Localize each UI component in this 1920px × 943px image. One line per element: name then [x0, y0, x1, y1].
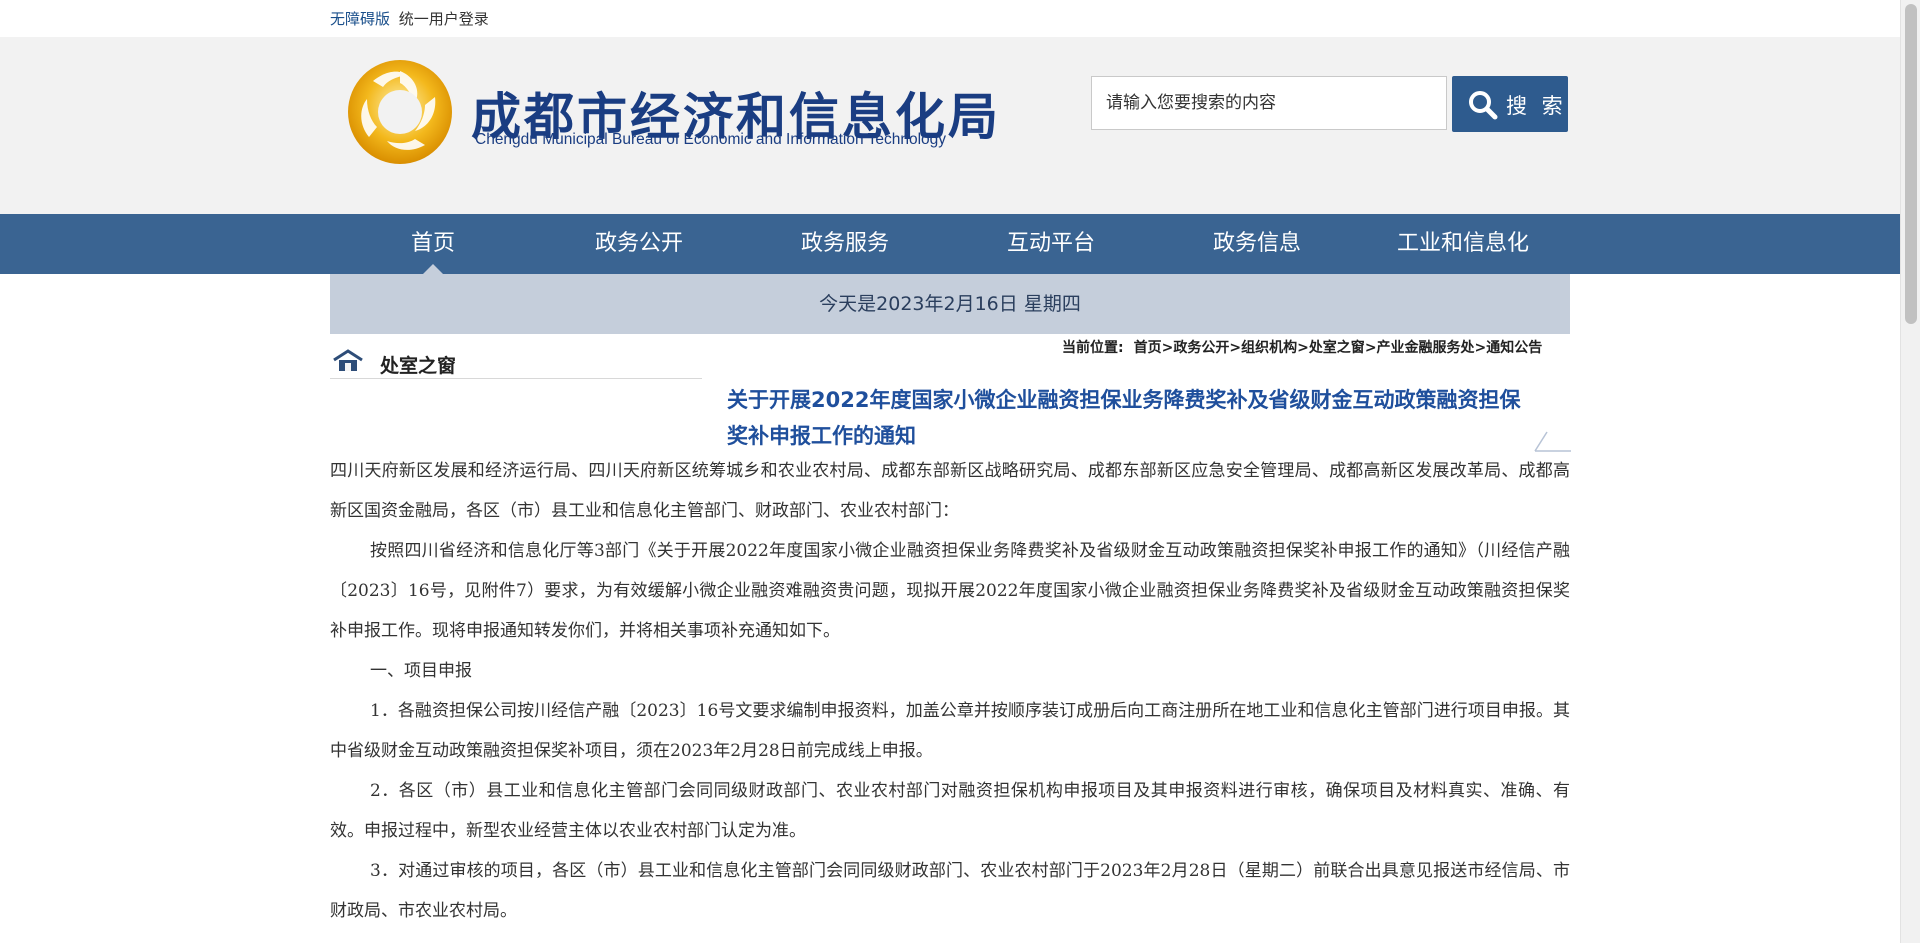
header: 成都市经济和信息化局 Chengdu Municipal Bureau of E… [0, 37, 1900, 214]
main-nav: 首页 政务公开 政务服务 互动平台 政务信息 工业和信息化 [0, 214, 1900, 274]
breadcrumb-notices[interactable]: 通知公告 [1486, 340, 1542, 356]
accessibility-link[interactable]: 无障碍版 [330, 10, 390, 28]
top-bar: 无障碍版 统一用户登录 [0, 0, 1900, 37]
home-icon [333, 349, 363, 371]
date-bar: 今天是2023年2月16日 星期四 [330, 274, 1570, 334]
nav-industry-it[interactable]: 工业和信息化 [1360, 214, 1566, 274]
nav-home[interactable]: 首页 [330, 214, 536, 274]
site-subtitle: Chengdu Municipal Bureau of Economic and… [475, 131, 947, 148]
search-button-label: 搜 索 [1506, 94, 1567, 118]
sun-logo-icon[interactable] [345, 57, 455, 167]
active-caret-icon [423, 264, 443, 274]
search-box [1091, 76, 1447, 130]
article-paragraph: 按照四川省经济和信息化厅等3部门《关于开展2022年度国家小微企业融资担保业务降… [330, 541, 1570, 641]
article-title: 关于开展2022年度国家小微企业融资担保业务降费奖补及省级财金互动政策融资担保奖… [727, 388, 1521, 448]
breadcrumb-organization[interactable]: 组织机构 [1241, 340, 1297, 356]
vertical-scrollbar[interactable] [1900, 0, 1920, 943]
breadcrumb-finance-dept[interactable]: 产业金融服务处 [1377, 340, 1475, 356]
sidebar-title: 处室之窗 [330, 346, 702, 379]
breadcrumb-label: 当前位置: [1062, 340, 1124, 356]
unified-login-link[interactable]: 统一用户登录 [399, 10, 489, 28]
scrollbar-thumb[interactable] [1905, 4, 1917, 324]
nav-government-info[interactable]: 政务信息 [1154, 214, 1360, 274]
article-paragraph: 1．各融资担保公司按川经信产融〔2023〕16号文要求编制申报资料，加盖公章并按… [330, 701, 1570, 761]
top-links: 无障碍版 统一用户登录 [330, 8, 489, 29]
article-body: 四川天府新区发展和经济运行局、四川天府新区统筹城乡和农业农村局、成都东部新区战略… [330, 451, 1570, 931]
nav-government-services[interactable]: 政务服务 [742, 214, 948, 274]
breadcrumb-home[interactable]: 首页 [1134, 340, 1162, 356]
nav-home-label: 首页 [410, 231, 455, 256]
article-paragraph: 2．各区（市）县工业和信息化主管部门会同同级财政部门、农业农村部门对融资担保机构… [330, 781, 1570, 841]
search-icon [1469, 91, 1498, 120]
breadcrumb-department-window[interactable]: 处室之窗 [1309, 340, 1365, 356]
search-input[interactable] [1104, 77, 1428, 129]
article-section-heading: 一、项目申报 [370, 661, 472, 681]
nav-interaction-platform[interactable]: 互动平台 [948, 214, 1154, 274]
article-paragraph: 3．对通过审核的项目，各区（市）县工业和信息化主管部门会同同级财政部门、农业农村… [330, 861, 1570, 921]
title-decoration-icon [1534, 431, 1571, 452]
sidebar-title-label: 处室之窗 [380, 355, 457, 377]
breadcrumb: 当前位置: 首页>政务公开>组织机构>处室之窗>产业金融服务处>通知公告 [1062, 340, 1543, 356]
search-button[interactable]: 搜 索 [1452, 76, 1568, 132]
article-paragraph: 四川天府新区发展和经济运行局、四川天府新区统筹城乡和农业农村局、成都东部新区战略… [330, 461, 1570, 521]
breadcrumb-government-affairs[interactable]: 政务公开 [1173, 340, 1229, 356]
nav-government-affairs-open[interactable]: 政务公开 [536, 214, 742, 274]
page: 无障碍版 统一用户登录 成都市经济和信息化局 Chengdu Municipal… [0, 0, 1900, 943]
